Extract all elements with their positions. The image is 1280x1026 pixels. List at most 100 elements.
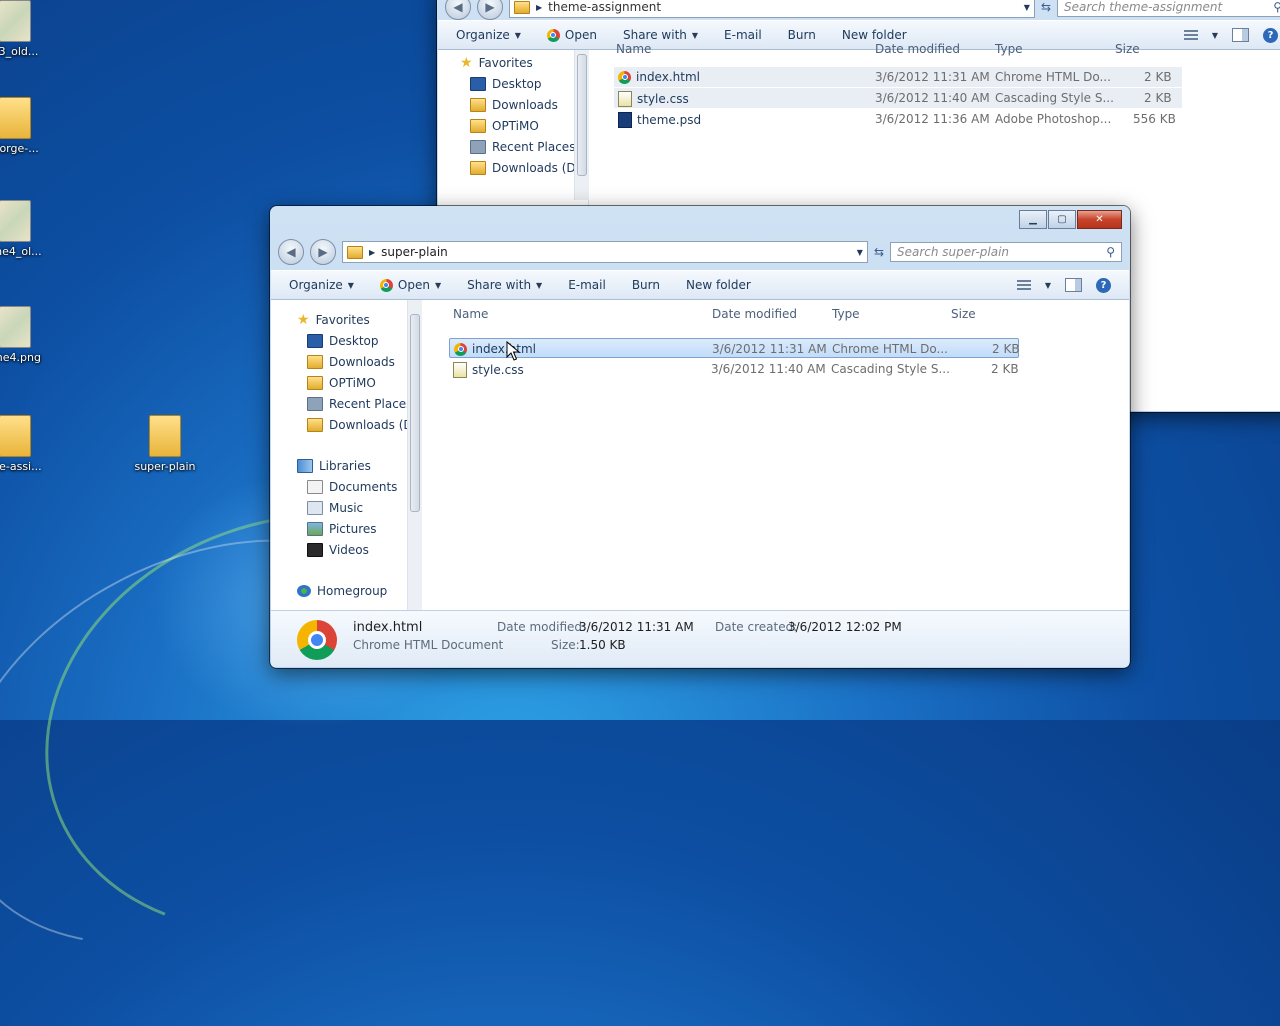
minimize-button[interactable]: ▁ <box>1019 210 1047 229</box>
nav-downloads[interactable]: Downloads <box>307 355 395 369</box>
organize-button[interactable]: Organize ▼ <box>456 28 521 42</box>
new-folder-button[interactable]: New folder <box>686 278 751 292</box>
nav-optimo[interactable]: OPTiMO <box>307 376 376 390</box>
nav-desktop[interactable]: Desktop <box>307 334 379 348</box>
nav-music[interactable]: Music <box>307 501 363 515</box>
desktop-icon[interactable]: me-assi... <box>0 415 60 473</box>
nav-downloads-d[interactable]: Downloads (D) <box>307 418 417 432</box>
forward-button[interactable]: ▶ <box>477 0 503 20</box>
file-row[interactable]: style.css 3/6/2012 11:40 AM Cascading St… <box>614 88 1182 108</box>
details-size-label: Size: <box>551 638 580 652</box>
nav-scrollbar[interactable] <box>407 300 422 610</box>
file-date: 3/6/2012 11:31 AM <box>875 70 990 84</box>
address-bar[interactable]: ▶ theme-assignment ▼ <box>509 0 1035 18</box>
file-row-selected[interactable]: index.html 3/6/2012 11:31 AM Chrome HTML… <box>449 338 1020 358</box>
scroll-thumb[interactable] <box>410 314 420 512</box>
email-button[interactable]: E-mail <box>724 28 762 42</box>
star-icon: ★ <box>297 312 310 328</box>
nav-pictures[interactable]: Pictures <box>307 522 377 536</box>
preview-pane-icon[interactable] <box>1065 278 1082 292</box>
search-input[interactable]: Search super-plain ⚲ <box>890 242 1122 262</box>
nav-downloads[interactable]: Downloads <box>470 98 558 112</box>
address-bar[interactable]: ▶ super-plain ▼ <box>342 241 868 263</box>
nav-desktop[interactable]: Desktop <box>470 77 542 91</box>
share-with-button[interactable]: Share with ▼ <box>467 278 542 292</box>
refresh-icon[interactable]: ⇆ <box>874 245 884 259</box>
search-icon: ⚲ <box>1106 245 1115 259</box>
scroll-thumb[interactable] <box>577 54 587 176</box>
column-header-size[interactable]: Size <box>951 307 976 321</box>
address-row: ◀ ▶ ▶ super-plain ▼ ⇆ Search super-plain… <box>278 239 1122 265</box>
open-button[interactable]: Open <box>546 28 597 42</box>
folder-icon <box>470 98 486 112</box>
image-thumbnail-icon <box>0 200 31 242</box>
chrome-icon <box>379 278 393 292</box>
back-button[interactable]: ◀ <box>445 0 471 20</box>
burn-button[interactable]: Burn <box>788 28 816 42</box>
forward-button[interactable]: ▶ <box>310 239 336 265</box>
help-icon[interactable]: ? <box>1263 27 1278 43</box>
file-date: 3/6/2012 11:40 AM <box>875 91 990 105</box>
open-label: Open <box>564 28 597 42</box>
nav-label: Desktop <box>329 334 379 348</box>
organize-button[interactable]: Organize ▼ <box>289 278 354 292</box>
nav-scrollbar[interactable] <box>574 50 589 200</box>
nav-recent-places[interactable]: Recent Places <box>470 140 575 154</box>
nav-favorites[interactable]: ★ Favorites <box>297 313 370 327</box>
nav-homegroup[interactable]: Homegroup <box>297 584 387 598</box>
file-row[interactable]: style.css 3/6/2012 11:40 AM Cascading St… <box>449 359 1019 379</box>
file-row[interactable]: theme.psd 3/6/2012 11:36 AM Adobe Photos… <box>614 109 1182 129</box>
nav-label: Downloads <box>492 98 558 112</box>
address-dropdown-icon[interactable]: ▼ <box>1024 3 1030 12</box>
help-icon[interactable]: ? <box>1096 277 1111 293</box>
nav-documents[interactable]: Documents <box>307 480 397 494</box>
image-thumbnail-icon <box>0 0 31 42</box>
videos-icon <box>307 543 323 557</box>
column-header-date[interactable]: Date modified <box>875 42 960 56</box>
column-header-type[interactable]: Type <box>832 307 860 321</box>
nav-recent-places[interactable]: Recent Places <box>307 397 412 411</box>
share-with-button[interactable]: Share with ▼ <box>623 28 698 42</box>
chevron-down-icon[interactable]: ▼ <box>1045 281 1051 290</box>
open-button[interactable]: Open ▼ <box>379 278 441 292</box>
desktop-icon[interactable]: one4.png <box>0 306 60 364</box>
file-row[interactable]: index.html 3/6/2012 11:31 AM Chrome HTML… <box>614 67 1182 87</box>
desktop-icon[interactable]: one4_ol... <box>0 200 60 258</box>
column-header-name[interactable]: Name <box>453 307 488 321</box>
email-button[interactable]: E-mail <box>568 278 606 292</box>
css-file-icon <box>453 362 467 378</box>
search-input[interactable]: Search theme-assignment ⚲ <box>1057 0 1280 17</box>
nav-label: Favorites <box>315 313 370 327</box>
share-with-label: Share with <box>622 28 687 42</box>
maximize-button[interactable]: ▢ <box>1048 210 1076 229</box>
nav-optimo[interactable]: OPTiMO <box>470 119 539 133</box>
nav-videos[interactable]: Videos <box>307 543 369 557</box>
views-icon[interactable] <box>1016 279 1031 291</box>
chrome-icon <box>546 28 560 42</box>
new-folder-button[interactable]: New folder <box>842 28 907 42</box>
chevron-down-icon[interactable]: ▼ <box>1212 31 1218 40</box>
burn-button[interactable]: Burn <box>632 278 660 292</box>
preview-pane-icon[interactable] <box>1232 28 1249 42</box>
column-header-date[interactable]: Date modified <box>712 307 797 321</box>
view-controls: ▼ ? <box>1183 27 1278 43</box>
column-header-size[interactable]: Size <box>1115 42 1140 56</box>
views-icon[interactable] <box>1183 29 1198 41</box>
desktop-icon[interactable]: tforge-... <box>0 97 60 155</box>
address-dropdown-icon[interactable]: ▼ <box>857 248 863 257</box>
image-thumbnail-icon <box>0 306 31 348</box>
column-header-type[interactable]: Type <box>995 42 1023 56</box>
desktop-icon[interactable]: d3_old... <box>0 0 60 58</box>
explorer-window-super-plain[interactable]: ▁ ▢ ✕ ◀ ▶ ▶ super-plain ▼ ⇆ Search super… <box>270 206 1130 668</box>
nav-favorites[interactable]: ★ Favorites <box>460 56 533 70</box>
desktop-icon-label: super-plain <box>134 460 196 473</box>
column-header-name[interactable]: Name <box>616 42 651 56</box>
nav-downloads-d[interactable]: Downloads (D) <box>470 161 580 175</box>
nav-label: Favorites <box>478 56 533 70</box>
desktop-icon-super-plain[interactable]: super-plain <box>120 415 210 473</box>
close-button[interactable]: ✕ <box>1077 210 1122 229</box>
folder-icon <box>470 119 486 133</box>
back-button[interactable]: ◀ <box>278 239 304 265</box>
nav-libraries[interactable]: Libraries <box>297 459 371 473</box>
refresh-icon[interactable]: ⇆ <box>1041 0 1051 14</box>
